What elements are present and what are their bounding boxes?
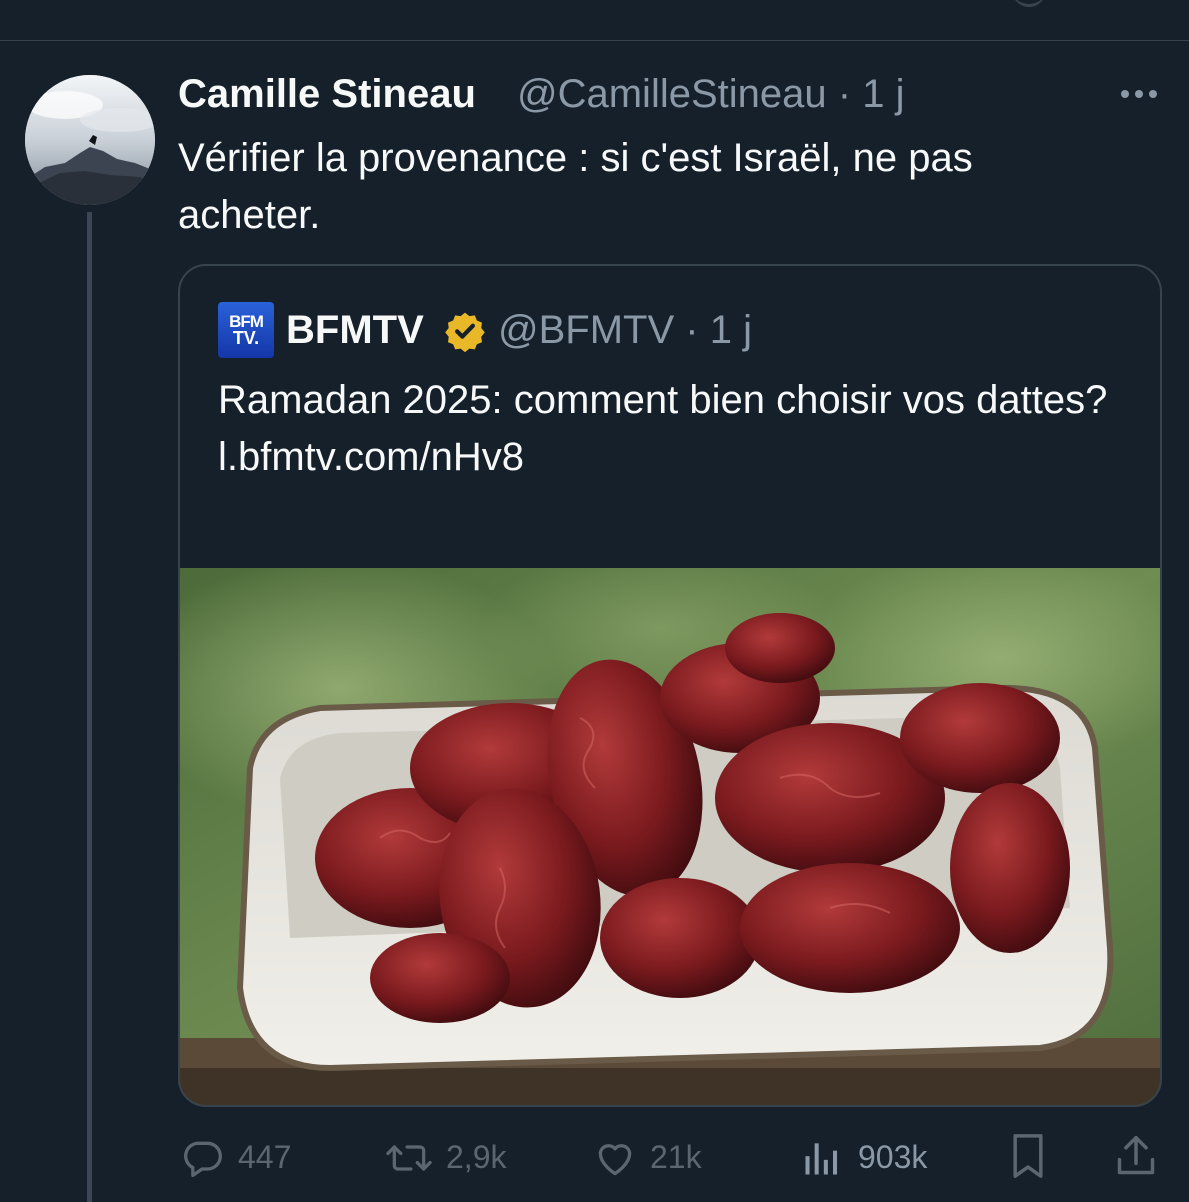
quoted-tweet-text: Ramadan 2025: comment bien choisir vos d… bbox=[218, 372, 1118, 486]
thread-line bbox=[87, 212, 92, 1202]
avatar[interactable] bbox=[25, 75, 155, 205]
quoted-tweet-card[interactable]: BFM TV. BFMTV @BFMTV · 1 j Ramadan 2025:… bbox=[178, 264, 1162, 1107]
share-icon bbox=[1117, 1135, 1155, 1175]
heart-icon bbox=[598, 1144, 632, 1176]
action-bar: 447 2,9k 21k 903k bbox=[178, 1130, 1162, 1186]
repost-icon bbox=[386, 1145, 432, 1171]
repost-count: 2,9k bbox=[446, 1139, 507, 1175]
quoted-tweet-title: Ramadan 2025: comment bien choisir vos d… bbox=[218, 378, 1108, 422]
quoted-author-name[interactable]: BFMTV bbox=[286, 308, 424, 353]
bookmark-icon bbox=[1013, 1134, 1043, 1178]
tweet-text: Vérifier la provenance : si c'est Israël… bbox=[178, 136, 973, 237]
bfmtv-logo: BFM TV. bbox=[218, 302, 274, 358]
quoted-meta-separator: · bbox=[685, 308, 699, 352]
quoted-author-handle[interactable]: @BFMTV bbox=[498, 308, 674, 352]
more-horizontal-icon[interactable] bbox=[1118, 80, 1160, 108]
views-count: 903k bbox=[858, 1139, 928, 1175]
author-meta: @CamilleStineau · 1 j bbox=[517, 72, 904, 117]
author-handle[interactable]: @CamilleStineau bbox=[517, 72, 827, 116]
verified-badge-icon bbox=[445, 312, 485, 352]
top-divider bbox=[0, 40, 1189, 41]
bar-chart-icon bbox=[805, 1143, 838, 1175]
like-count: 21k bbox=[650, 1139, 702, 1175]
meta-separator: · bbox=[837, 72, 852, 116]
quoted-tweet-time[interactable]: 1 j bbox=[710, 308, 752, 352]
author-name[interactable]: Camille Stineau bbox=[178, 72, 476, 117]
reply-icon bbox=[184, 1141, 222, 1178]
quoted-tweet-link[interactable]: l.bfmtv.com/nHv8 bbox=[218, 429, 1118, 486]
reply-count: 447 bbox=[238, 1139, 292, 1175]
dates-bowl-image[interactable] bbox=[180, 568, 1162, 1107]
quoted-meta: @BFMTV · 1 j bbox=[498, 308, 752, 353]
top-edge-icon bbox=[1012, 0, 1046, 7]
tweet-time[interactable]: 1 j bbox=[862, 72, 904, 116]
